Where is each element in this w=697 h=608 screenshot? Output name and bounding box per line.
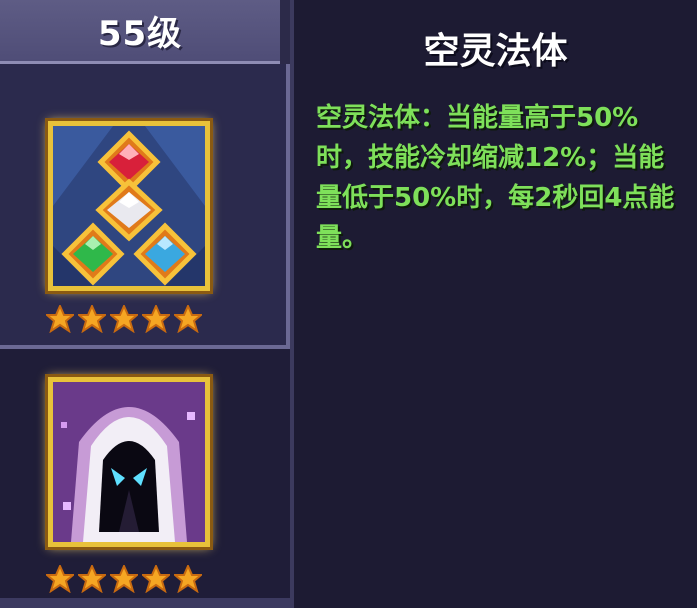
skill-card-hooded-mage[interactable] xyxy=(48,377,210,547)
header-divider xyxy=(280,0,290,64)
level-header: 55级 xyxy=(0,0,280,64)
star-icon xyxy=(46,305,74,333)
skill-card-crystal[interactable] xyxy=(48,121,210,291)
star-icon xyxy=(110,565,138,593)
skill-description: 空灵法体：当能量高于50%时，技能冷却缩减12%；当能量低于50%时，每2秒回4… xyxy=(316,103,675,253)
star-rating-crystal xyxy=(46,305,202,333)
skill-list: 55级 xyxy=(0,0,290,608)
hooded-mage-icon xyxy=(53,382,205,542)
star-icon xyxy=(142,565,170,593)
star-icon xyxy=(174,305,202,333)
level-label: 55级 xyxy=(97,14,183,54)
skill-detail-panel: 空灵法体 空灵法体：当能量高于50%时，技能冷却缩减12%；当能量低于50%时，… xyxy=(290,0,697,608)
star-icon xyxy=(46,565,74,593)
star-icon xyxy=(142,305,170,333)
star-icon xyxy=(174,565,202,593)
star-icon xyxy=(78,305,106,333)
star-icon xyxy=(110,305,138,333)
skill-title: 空灵法体 xyxy=(423,31,568,72)
crystal-triangle-icon xyxy=(53,126,205,286)
star-icon xyxy=(78,565,106,593)
list-bottom-border xyxy=(0,598,290,608)
star-rating-hooded-mage xyxy=(46,565,202,593)
